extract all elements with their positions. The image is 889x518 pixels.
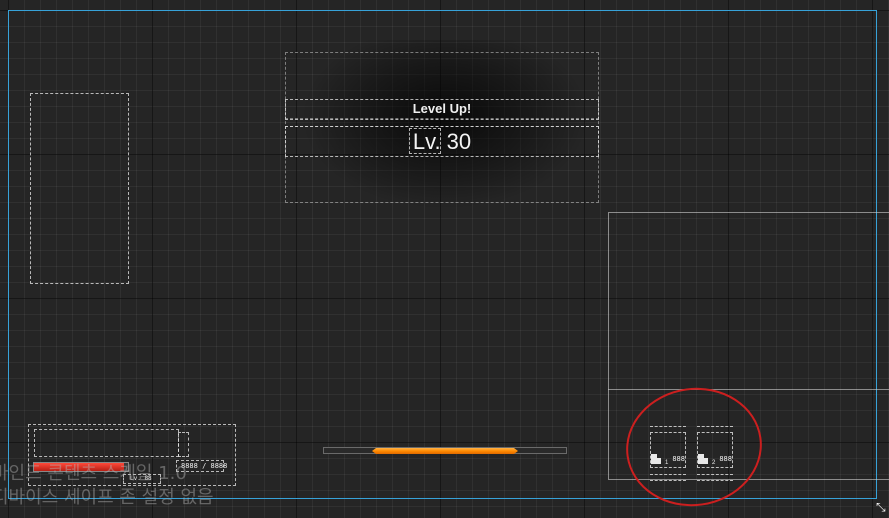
- levelup-title: Level Up!: [412, 101, 472, 116]
- resize-handle-icon[interactable]: ⤡: [876, 500, 886, 515]
- xp-bar-fill: [372, 448, 518, 454]
- viewport-info-overlay: 바인드 콘텐츠 스케일 1.0 디바이스 세이프 존 설정 없음: [0, 462, 214, 510]
- levelup-title-box: Level Up!: [285, 99, 599, 120]
- player-name-box: [34, 429, 179, 457]
- left-portrait-placeholder[interactable]: [30, 93, 129, 284]
- viewport-info-line2: 디바이스 세이프 존 설정 없음: [0, 487, 214, 508]
- right-panel-divider: [608, 389, 889, 390]
- levelup-level-anchor: [409, 128, 441, 154]
- levelup-level-box: Lv. 30: [285, 126, 599, 157]
- viewport-info-line1: 바인드 콘텐츠 스케일 1.0: [0, 463, 187, 484]
- levelup-level: Lv. 30: [412, 129, 472, 154]
- player-name-box-edge: [178, 432, 189, 457]
